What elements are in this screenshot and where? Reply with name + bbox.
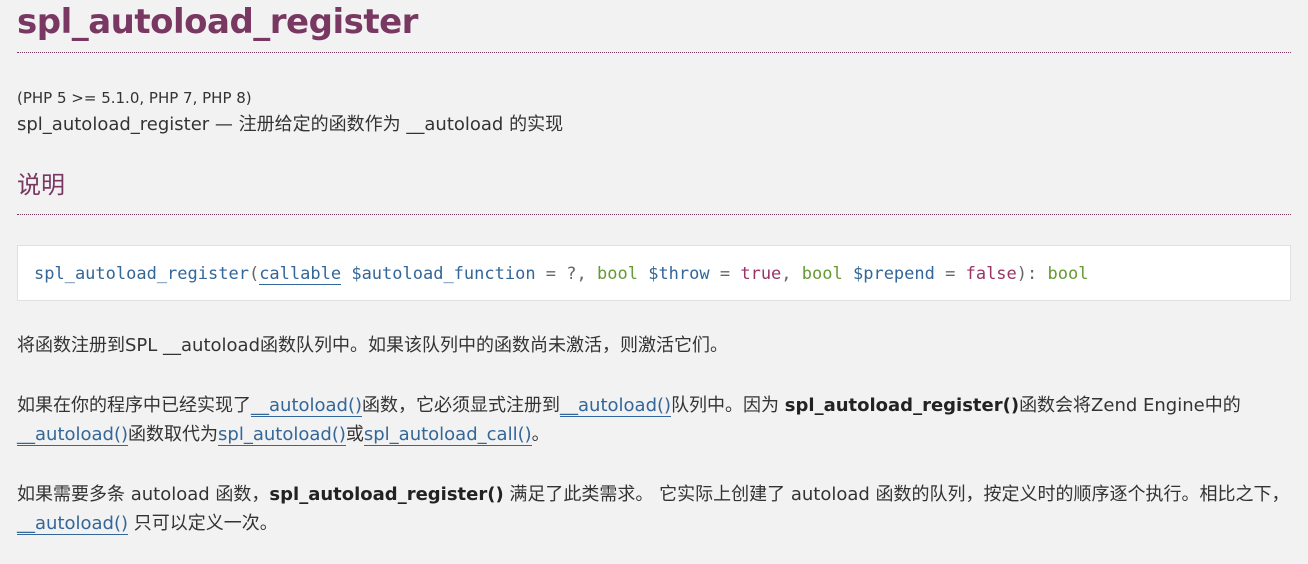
- text: 函数取代为: [128, 424, 219, 445]
- open-paren: (: [248, 264, 260, 284]
- refpurpose: spl_autoload_register — 注册给定的函数作为 __auto…: [17, 113, 1291, 137]
- function-name-bold: spl_autoload_register(): [269, 484, 504, 505]
- section-heading-description: 说明: [17, 168, 1291, 215]
- param-throw: $throw: [648, 264, 710, 284]
- comma: ,: [781, 264, 802, 284]
- param-autoload-function: $autoload_function: [351, 264, 536, 284]
- param1-default: = ?: [535, 264, 577, 284]
- equals: =: [934, 264, 966, 284]
- autoload-link[interactable]: __autoload(): [560, 395, 672, 417]
- description-para-2: 如果在你的程序中已经实现了__autoload()函数，它必须显式注册到__au…: [17, 391, 1291, 449]
- spl-autoload-call-link[interactable]: spl_autoload_call(): [363, 424, 532, 446]
- param2-default: true: [740, 264, 782, 284]
- dash: —: [209, 114, 239, 135]
- function-name-bold: spl_autoload_register(): [784, 395, 1020, 416]
- text: 队列中。因为: [671, 395, 785, 416]
- function-name: spl_autoload_register: [34, 264, 249, 284]
- autoload-link[interactable]: __autoload(): [17, 424, 129, 446]
- return-type: bool: [1047, 264, 1089, 284]
- param3-type: bool: [801, 264, 843, 284]
- autoload-link[interactable]: __autoload(): [251, 395, 363, 417]
- description-para-1: 将函数注册到SPL __autoload函数队列中。如果该队列中的函数尚未激活，…: [17, 335, 729, 356]
- text: 。: [531, 424, 550, 445]
- text: 满足了此类需求。 它实际上创建了 autoload 函数的队列，按定义时的顺序逐…: [503, 484, 1290, 505]
- purpose-text: 注册给定的函数作为 __autoload 的实现: [238, 114, 564, 135]
- text: 如果需要多条 autoload 函数，: [17, 484, 270, 505]
- param3-default: false: [965, 264, 1017, 284]
- param2-type: bool: [597, 264, 638, 284]
- description-para-3: 如果需要多条 autoload 函数，spl_autoload_register…: [17, 480, 1291, 538]
- page-title: spl_autoload_register: [17, 0, 1291, 53]
- method-synopsis: spl_autoload_register(callable $autoload…: [17, 245, 1291, 301]
- spl-autoload-link[interactable]: spl_autoload(): [218, 424, 346, 446]
- close-paren: ):: [1016, 264, 1048, 284]
- equals: =: [709, 264, 741, 284]
- text: 函数，它必须显式注册到: [362, 395, 561, 416]
- version-info: (PHP 5 >= 5.1.0, PHP 7, PHP 8): [17, 89, 252, 107]
- autoload-link[interactable]: __autoload(): [17, 513, 129, 535]
- text: 如果在你的程序中已经实现了: [17, 395, 251, 416]
- refname: spl_autoload_register: [17, 114, 210, 135]
- comma: ,: [576, 264, 597, 284]
- param-prepend: $prepend: [852, 264, 935, 284]
- refentry: spl_autoload_register (PHP 5 >= 5.1.0, P…: [0, 0, 1308, 538]
- text: 只可以定义一次。: [128, 513, 278, 534]
- text: 或: [345, 424, 364, 445]
- text: 函数会将Zend Engine中的: [1019, 395, 1241, 416]
- callable-type-link[interactable]: callable: [259, 264, 342, 285]
